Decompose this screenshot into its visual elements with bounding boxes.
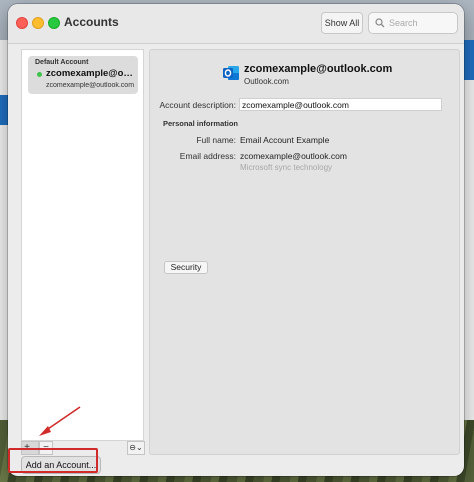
more-options-icon: ⊖⌄ <box>129 443 143 452</box>
default-account-header: Default Account <box>35 59 89 66</box>
show-all-button[interactable]: Show All <box>321 12 363 34</box>
account-list-item[interactable]: Default Account zcomexample@outlook.com … <box>28 56 138 94</box>
minimize-window-button[interactable] <box>32 17 44 29</box>
search-input[interactable] <box>389 16 453 30</box>
detail-account-email: zcomexample@outlook.com <box>244 63 393 75</box>
detail-provider: Outlook.com <box>244 77 289 86</box>
account-detail-pane: zcomexample@outlook.com Outlook.com Acco… <box>149 49 460 455</box>
account-description-label: Account description: <box>159 100 236 110</box>
search-field[interactable] <box>368 12 458 34</box>
close-window-button[interactable] <box>16 17 28 29</box>
account-email: zcomexample@outlook.com <box>46 82 135 89</box>
window-title: Accounts <box>64 15 119 29</box>
account-list: Default Account zcomexample@outlook.com … <box>21 49 144 441</box>
full-name-value: Email Account Example <box>240 135 330 145</box>
account-name: zcomexample@outlook.com <box>46 68 136 79</box>
title-bar: Accounts Show All <box>8 4 464 44</box>
personal-information-heading: Personal information <box>163 119 239 128</box>
full-name-label: Full name: <box>196 135 236 145</box>
more-actions-button[interactable]: ⊖⌄ <box>127 441 145 455</box>
highlight-box <box>8 448 98 473</box>
security-button[interactable]: Security <box>164 261 208 274</box>
account-description-field[interactable] <box>239 98 442 111</box>
accounts-window: Accounts Show All Default Account zcomex… <box>8 4 464 476</box>
outlook-icon <box>223 66 239 80</box>
zoom-window-button[interactable] <box>48 17 60 29</box>
account-status-dot <box>37 72 42 77</box>
email-address-value: zcomexample@outlook.com <box>240 151 347 161</box>
email-address-label: Email address: <box>179 151 236 161</box>
sync-technology-note: Microsoft sync technology <box>240 163 333 172</box>
search-icon <box>375 18 385 28</box>
